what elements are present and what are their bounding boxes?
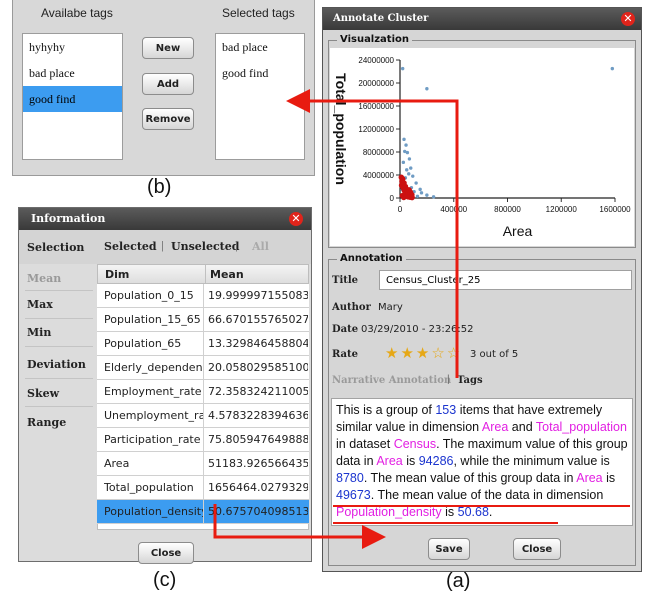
arrow-icon bbox=[286, 89, 459, 378]
arrow-icon bbox=[213, 504, 386, 549]
arrow-overlay bbox=[213, 89, 459, 549]
